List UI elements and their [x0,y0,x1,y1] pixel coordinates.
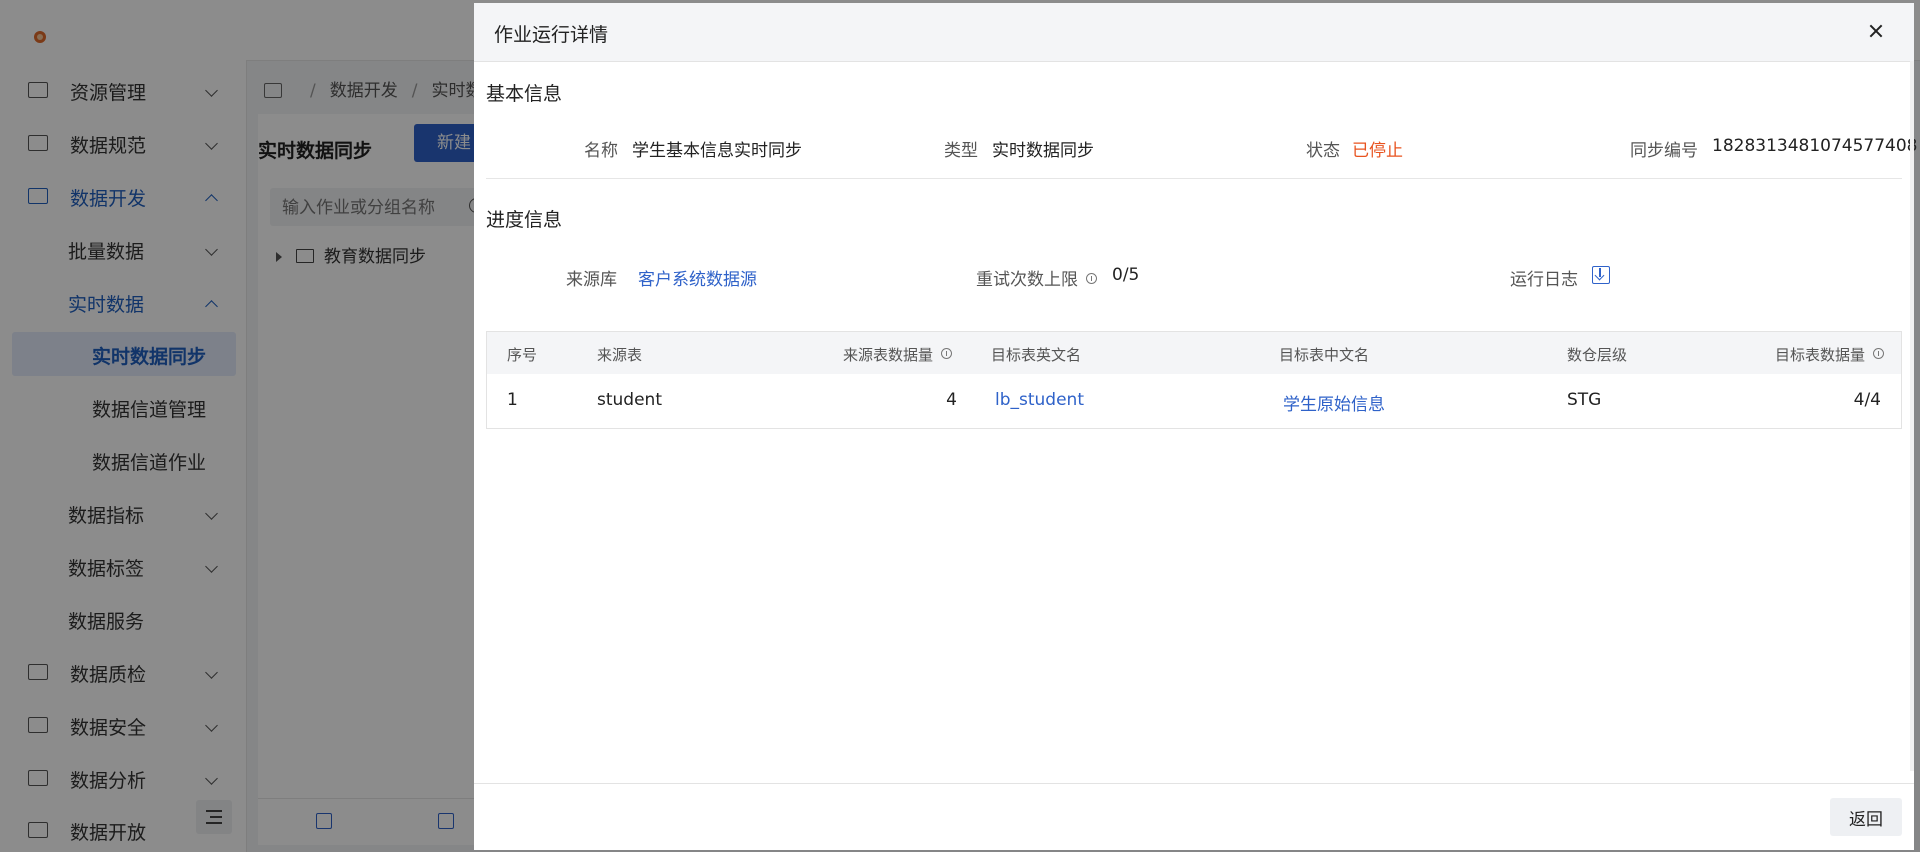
column-header: 序号 [507,346,538,364]
retry-limit-label: 重试次数上限 [976,265,1097,290]
column-header: 来源表 [597,346,643,364]
source-db-label: 来源库 [566,270,617,290]
cell-layer: STG [1567,390,1602,410]
retry-limit-value: 0/5 [1112,265,1140,285]
section-title-basic: 基本信息 [486,83,563,105]
retry-limit-text: 重试次数上限 [976,270,1078,290]
name-value: 学生基本信息实时同步 [632,141,802,161]
column-header-text: 目标表数据量 [1775,346,1866,364]
column-header: 目标表英文名 [991,346,1082,364]
column-header: 目标表中文名 [1279,346,1370,364]
cell-source-table: student [597,390,662,410]
job-detail-drawer: 作业运行详情 基本信息 名称 学生基本信息实时同步 类型 实时数据同步 状态 已… [474,3,1918,850]
download-icon[interactable] [1592,266,1610,284]
cell-source-count: 4 [946,390,957,410]
section-title-progress: 进度信息 [486,209,563,231]
run-log-label: 运行日志 [1510,270,1578,290]
source-db-link[interactable]: 客户系统数据源 [638,265,757,290]
table-header: 序号 来源表 来源表数据量 目标表英文名 目标表中文名 数仓层级 目标表数据量 [487,332,1901,374]
column-header: 来源表数据量 [843,344,953,365]
name-label: 名称 [584,141,618,161]
type-value: 实时数据同步 [992,141,1094,161]
cell-index: 1 [507,390,518,410]
sync-id-label: 同步编号 [1630,141,1698,161]
close-icon[interactable] [1866,21,1886,41]
column-header: 数仓层级 [1567,346,1628,364]
type-label: 类型 [944,141,978,161]
sync-id-value: 1828313481074577408 [1712,136,1918,156]
cell-target-cn-link[interactable]: 学生原始信息 [1283,390,1385,415]
back-button[interactable]: 返回 [1830,798,1902,836]
status-label: 状态 [1306,141,1340,161]
drawer-header: 作业运行详情 [474,3,1914,62]
column-header-text: 来源表数据量 [843,346,934,364]
drawer-title: 作业运行详情 [494,24,609,46]
drawer-footer: 返回 [474,783,1914,850]
scrollbar[interactable] [1910,61,1914,771]
status-badge: 已停止 [1352,141,1403,161]
column-header: 目标表数据量 [1775,344,1885,365]
info-icon[interactable] [941,348,953,359]
divider [486,178,1902,179]
sync-table: 序号 来源表 来源表数据量 目标表英文名 目标表中文名 数仓层级 目标表数据量 … [486,331,1902,429]
info-icon[interactable] [1873,348,1885,359]
cell-target-en-link[interactable]: lb_student [995,390,1084,410]
info-icon[interactable] [1086,273,1097,284]
cell-target-count: 4/4 [1853,390,1881,410]
